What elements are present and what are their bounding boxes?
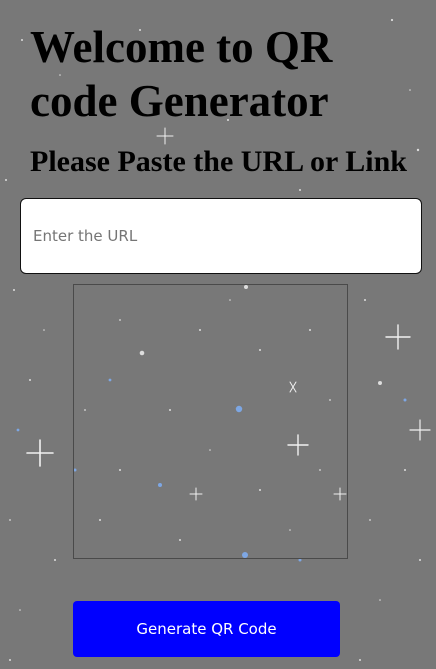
generate-qr-code-button[interactable]: Generate QR Code [73, 601, 340, 657]
page-title: Welcome to QR code Generator [30, 22, 333, 126]
url-input[interactable] [20, 198, 422, 274]
qr-code-display [73, 284, 348, 559]
page-subtitle: Please Paste the URL or Link [30, 145, 407, 178]
